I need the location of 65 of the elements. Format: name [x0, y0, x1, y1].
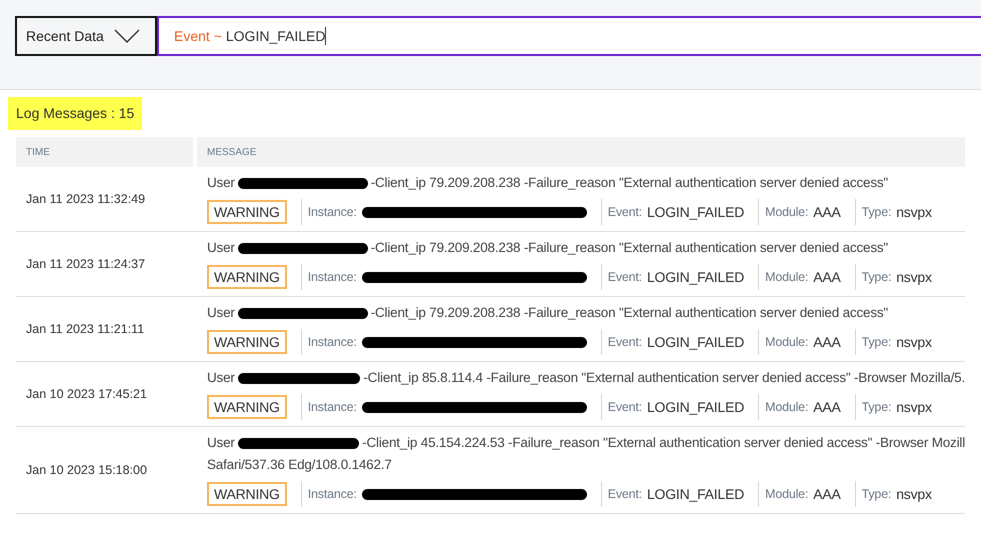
field-label: Type: [862, 486, 892, 503]
column-header: MESSAGE [197, 137, 965, 167]
field-value: AAA [813, 268, 841, 286]
field-label: Type: [862, 268, 892, 286]
field-value: LOGIN_FAILED [646, 202, 744, 222]
field-label: Type: [862, 398, 892, 416]
field-label: Instance: [308, 398, 357, 416]
field-value: nsvpx [896, 484, 932, 504]
field-value: LOGIN_FAILED [646, 268, 744, 287]
severity-tag: WARNING [207, 482, 287, 506]
field-label: Event: [608, 334, 642, 351]
column-header: TIME [16, 137, 193, 167]
message-text: -Client_ip 85.8.114.4 -Failure_reason "External authentication server denied access" -Browser Mozilla/5. [363, 369, 965, 387]
field-value: LOGIN_FAILED [646, 332, 744, 352]
field-label: Event: [608, 398, 642, 416]
field-value: nsvpx [896, 202, 932, 222]
time-cell-text: Jan 10 2023 15:18:00 [26, 462, 147, 479]
field-label: Type: [862, 204, 892, 221]
field-label: Event: [608, 486, 642, 503]
severity-tag: WARNING [207, 330, 287, 354]
user-label: User [207, 304, 235, 322]
field-label: Event: [608, 204, 642, 221]
field-label: Module: [765, 486, 808, 503]
field-label: Instance: [308, 334, 357, 351]
message-text: -Client_ip 79.209.208.238 -Failure_reason "External authentication server denied access" [370, 239, 888, 257]
field-label: Module: [765, 398, 808, 416]
field-value: AAA [813, 202, 841, 222]
field-label: Instance: [308, 204, 357, 221]
field-value: AAA [813, 332, 841, 352]
time-cell-text: Jan 11 2023 11:32:49 [26, 190, 146, 208]
time-cell-text: Jan 10 2023 17:45:21 [26, 386, 147, 403]
field-label: Module: [765, 268, 808, 286]
field-value: nsvpx [896, 398, 932, 417]
field-value: LOGIN_FAILED [646, 398, 744, 417]
severity-tag: WARNING [207, 200, 287, 224]
message-text: -Client_ip 79.209.208.238 -Failure_reason "External authentication server denied access" [370, 174, 888, 192]
query-key: Event ~ [174, 26, 222, 46]
range-dropdown[interactable]: Recent Data [15, 16, 157, 56]
field-label: Instance: [308, 486, 357, 503]
field-label: Instance: [308, 268, 357, 286]
field-label: Type: [862, 334, 892, 351]
chevron-down-icon [114, 29, 140, 43]
field-label: Event: [608, 268, 642, 286]
message-text: -Client_ip 79.209.208.238 -Failure_reason "External authentication server denied access" [370, 304, 888, 322]
user-label: User [207, 174, 235, 192]
severity-tag: WARNING [207, 265, 287, 289]
user-label: User [207, 434, 235, 452]
time-cell-text: Jan 11 2023 11:21:11 [26, 320, 144, 338]
field-value: AAA [813, 484, 841, 504]
user-label: User [207, 369, 235, 387]
field-value: nsvpx [896, 332, 932, 352]
message-text: Safari/537.36 Edg/108.0.1462.7 [207, 456, 392, 474]
field-value: LOGIN_FAILED [646, 484, 744, 504]
message-text: -Client_ip 45.154.224.53 -Failure_reason "External authentication server denied access" -Browser Mozill [362, 434, 965, 452]
field-value: nsvpx [896, 268, 932, 287]
field-label: Module: [765, 204, 808, 221]
field-label: Module: [765, 334, 808, 351]
user-label: User [207, 239, 235, 257]
field-value: AAA [813, 398, 841, 416]
text-cursor [325, 27, 326, 45]
severity-tag: WARNING [207, 395, 287, 419]
time-cell-text: Jan 11 2023 11:24:37 [26, 256, 146, 273]
query-value: LOGIN_FAILED [226, 26, 326, 46]
log-count: Log Messages : 15 [8, 97, 142, 130]
query-field[interactable]: Event ~ LOGIN_FAILED [157, 16, 981, 56]
